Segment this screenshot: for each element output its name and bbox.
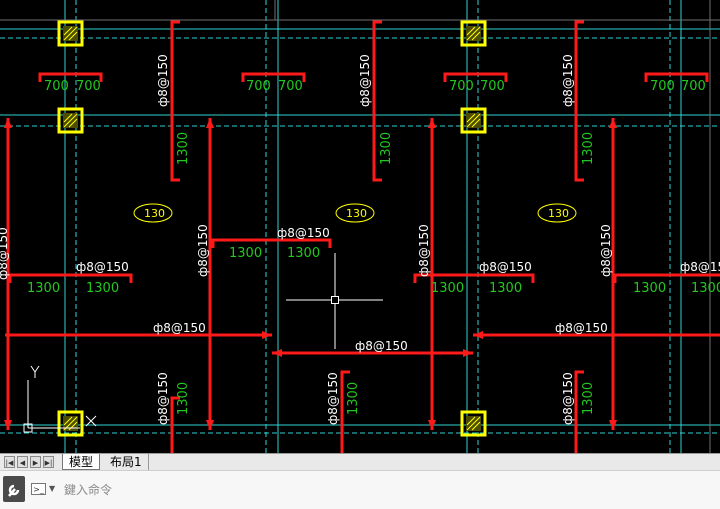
dim-1300: 1300 [176, 382, 191, 415]
dim-1300: 1300 [633, 281, 666, 296]
dim-700: 700 [278, 79, 303, 94]
cad-drawing: 700 700 700 700 700 700 700 700 1300 130… [0, 0, 720, 455]
layout-tab-bar: |◀ ◀ ▶ ▶| 模型 布局1 [0, 453, 720, 471]
column [57, 20, 84, 47]
rebar-label: ф8@150 [76, 260, 129, 274]
dim-1300: 1300 [431, 281, 464, 296]
rebar-label: ф8@150 [561, 54, 575, 107]
dim-700: 700 [44, 79, 69, 94]
column [460, 20, 487, 47]
dim-1300: 1300 [287, 246, 320, 261]
rebar-label: ф8@150 [555, 321, 608, 335]
nav-prev-icon[interactable]: ◀ [17, 456, 28, 468]
dim-1300: 1300 [489, 281, 522, 296]
command-prompt-icon[interactable]: >_ [31, 483, 46, 495]
command-input[interactable] [64, 481, 664, 499]
rebar-label: ф8@150 [153, 321, 206, 335]
rebar-label: ф8@150 [599, 224, 613, 277]
dim-1300: 1300 [581, 132, 596, 165]
rebar-label: ф8@150 [355, 339, 408, 353]
dim-1300: 1300 [229, 246, 262, 261]
rebar-label: ф8@150 [326, 372, 340, 425]
rebar-label: ф8@150 [156, 372, 170, 425]
rebar-label: ф8@150 [479, 260, 532, 274]
rebar-label: ф8@150 [680, 260, 720, 274]
drawing-canvas[interactable]: 700 700 700 700 700 700 700 700 1300 130… [0, 0, 720, 455]
crosshair-cursor [286, 253, 383, 349]
dim-700: 700 [650, 79, 675, 94]
dim-1300: 1300 [86, 281, 119, 296]
rebar-label: ф8@150 [417, 224, 431, 277]
dim-700: 700 [246, 79, 271, 94]
dim-1300: 1300 [581, 382, 596, 415]
slab-marks: 130 130 130 [133, 203, 577, 223]
nav-first-icon[interactable]: |◀ [4, 456, 15, 468]
dim-1300: 1300 [691, 281, 720, 296]
dim-1300: 1300 [27, 281, 60, 296]
dim-700: 700 [76, 79, 101, 94]
column [57, 410, 84, 437]
nav-next-icon[interactable]: ▶ [30, 456, 41, 468]
slab-thickness-label: 130 [548, 207, 569, 220]
rebar-label: ф8@150 [0, 227, 10, 280]
dim-1300: 1300 [379, 132, 394, 165]
chevron-down-icon[interactable]: ▼ [49, 484, 55, 493]
tab-layout1[interactable]: 布局1 [104, 454, 149, 470]
rebar-label: ф8@150 [277, 226, 330, 240]
dim-700: 700 [480, 79, 505, 94]
rebar-label: ф8@150 [358, 54, 372, 107]
dim-1300: 1300 [176, 132, 191, 165]
slab-thickness-label: 130 [144, 207, 165, 220]
rebar-label: ф8@150 [561, 372, 575, 425]
rebar-label: ф8@150 [196, 224, 210, 277]
column [57, 107, 84, 134]
nav-last-icon[interactable]: ▶| [43, 456, 54, 468]
column [460, 107, 487, 134]
slab-thickness-label: 130 [346, 207, 367, 220]
column [460, 410, 487, 437]
dim-700: 700 [681, 79, 706, 94]
wrench-icon[interactable] [3, 476, 25, 502]
dim-700: 700 [449, 79, 474, 94]
dim-1300: 1300 [346, 382, 361, 415]
rebar-label: ф8@150 [156, 54, 170, 107]
tab-model[interactable]: 模型 [62, 454, 101, 470]
